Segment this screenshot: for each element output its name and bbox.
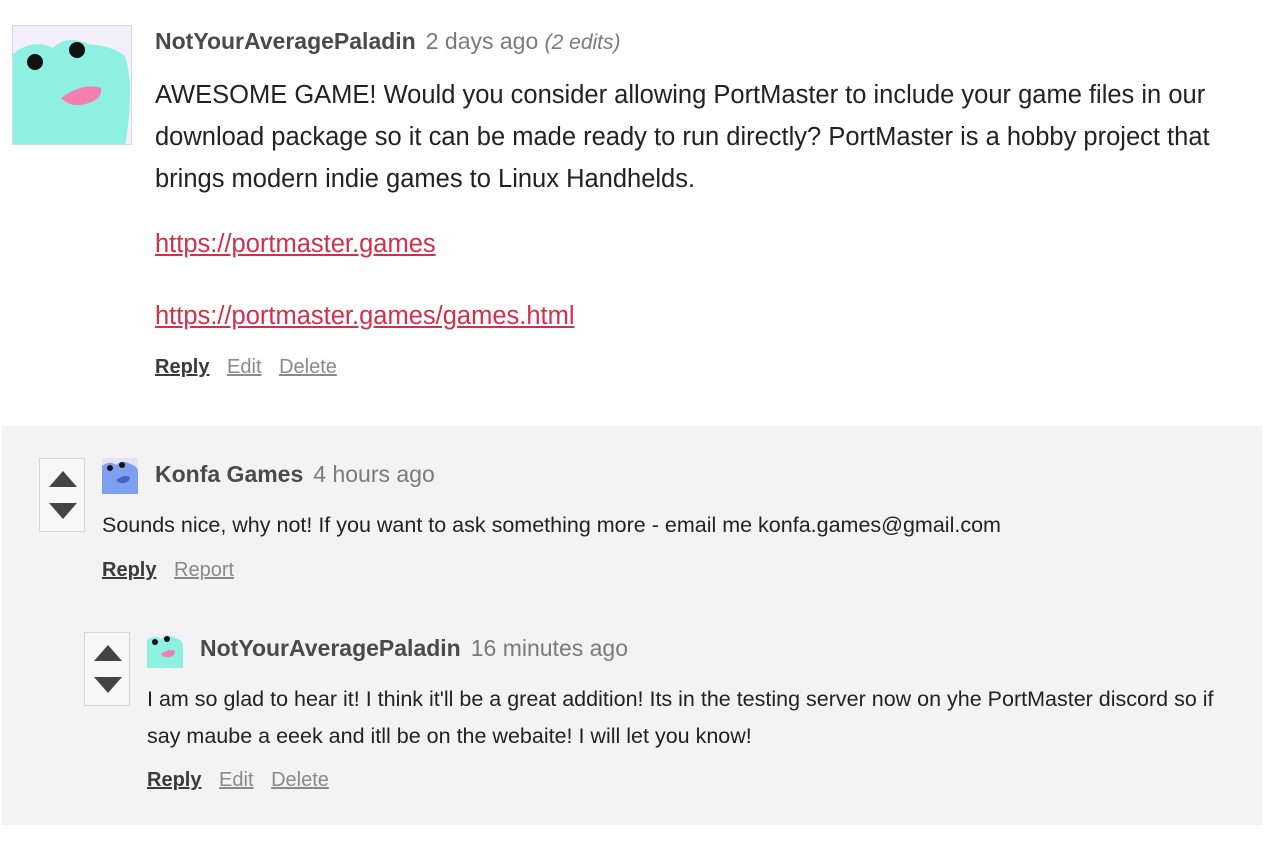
- reply-text: Sounds nice, why not! If you want to ask…: [102, 513, 1001, 537]
- downvote-arrow-icon[interactable]: [94, 677, 122, 693]
- reply-author[interactable]: NotYourAveragePaladin: [200, 635, 461, 661]
- comment-timestamp: 2 days ago: [425, 28, 539, 54]
- comment-body: AWESOME GAME! Would you consider allowin…: [155, 74, 1265, 200]
- reply-body: I am so glad to hear it! I think it'll b…: [147, 681, 1237, 755]
- reply-button[interactable]: Reply: [155, 356, 209, 378]
- edit-button[interactable]: Edit: [227, 356, 261, 378]
- delete-button[interactable]: Delete: [279, 356, 337, 378]
- comment-thread: NotYourAveragePaladin 2 days ago (2 edits…: [0, 0, 1279, 853]
- downvote-arrow-icon[interactable]: [49, 503, 77, 519]
- frog-avatar-icon[interactable]: [12, 25, 132, 145]
- upvote-arrow-icon[interactable]: [49, 471, 77, 487]
- reply-actions: Reply Report: [102, 559, 246, 582]
- edit-button[interactable]: Edit: [219, 769, 253, 791]
- reply-body: Sounds nice, why not! If you want to ask…: [102, 507, 1232, 544]
- comment-edits[interactable]: (2 edits): [545, 31, 621, 54]
- reply-text: I am so glad to hear it! I think it'll b…: [147, 687, 1214, 748]
- portmaster-link[interactable]: https://portmaster.games: [155, 230, 436, 259]
- reply-timestamp: 4 hours ago: [313, 461, 435, 487]
- comment-text: AWESOME GAME! Would you consider allowin…: [155, 81, 1210, 193]
- portmaster-games-link[interactable]: https://portmaster.games/games.html: [155, 302, 575, 331]
- reply-timestamp: 16 minutes ago: [470, 635, 629, 661]
- reply-actions: Reply Edit Delete: [147, 769, 341, 792]
- frog-avatar-icon[interactable]: [102, 458, 138, 494]
- delete-button[interactable]: Delete: [271, 769, 329, 791]
- comment-actions: Reply Edit Delete: [155, 356, 349, 379]
- comment-author[interactable]: NotYourAveragePaladin: [155, 28, 416, 54]
- comment-header: NotYourAveragePaladin 2 days ago (2 edits…: [155, 24, 621, 60]
- reply-button[interactable]: Reply: [102, 559, 156, 581]
- frog-avatar-icon[interactable]: [147, 632, 183, 668]
- reply-button[interactable]: Reply: [147, 769, 201, 791]
- vote-box: [84, 632, 130, 706]
- upvote-arrow-icon[interactable]: [94, 645, 122, 661]
- reply-header: Konfa Games 4 hours ago: [155, 457, 435, 491]
- reply-header: NotYourAveragePaladin 16 minutes ago: [200, 631, 628, 665]
- report-button[interactable]: Report: [174, 559, 234, 581]
- vote-box: [39, 458, 85, 532]
- reply-author[interactable]: Konfa Games: [155, 461, 303, 487]
